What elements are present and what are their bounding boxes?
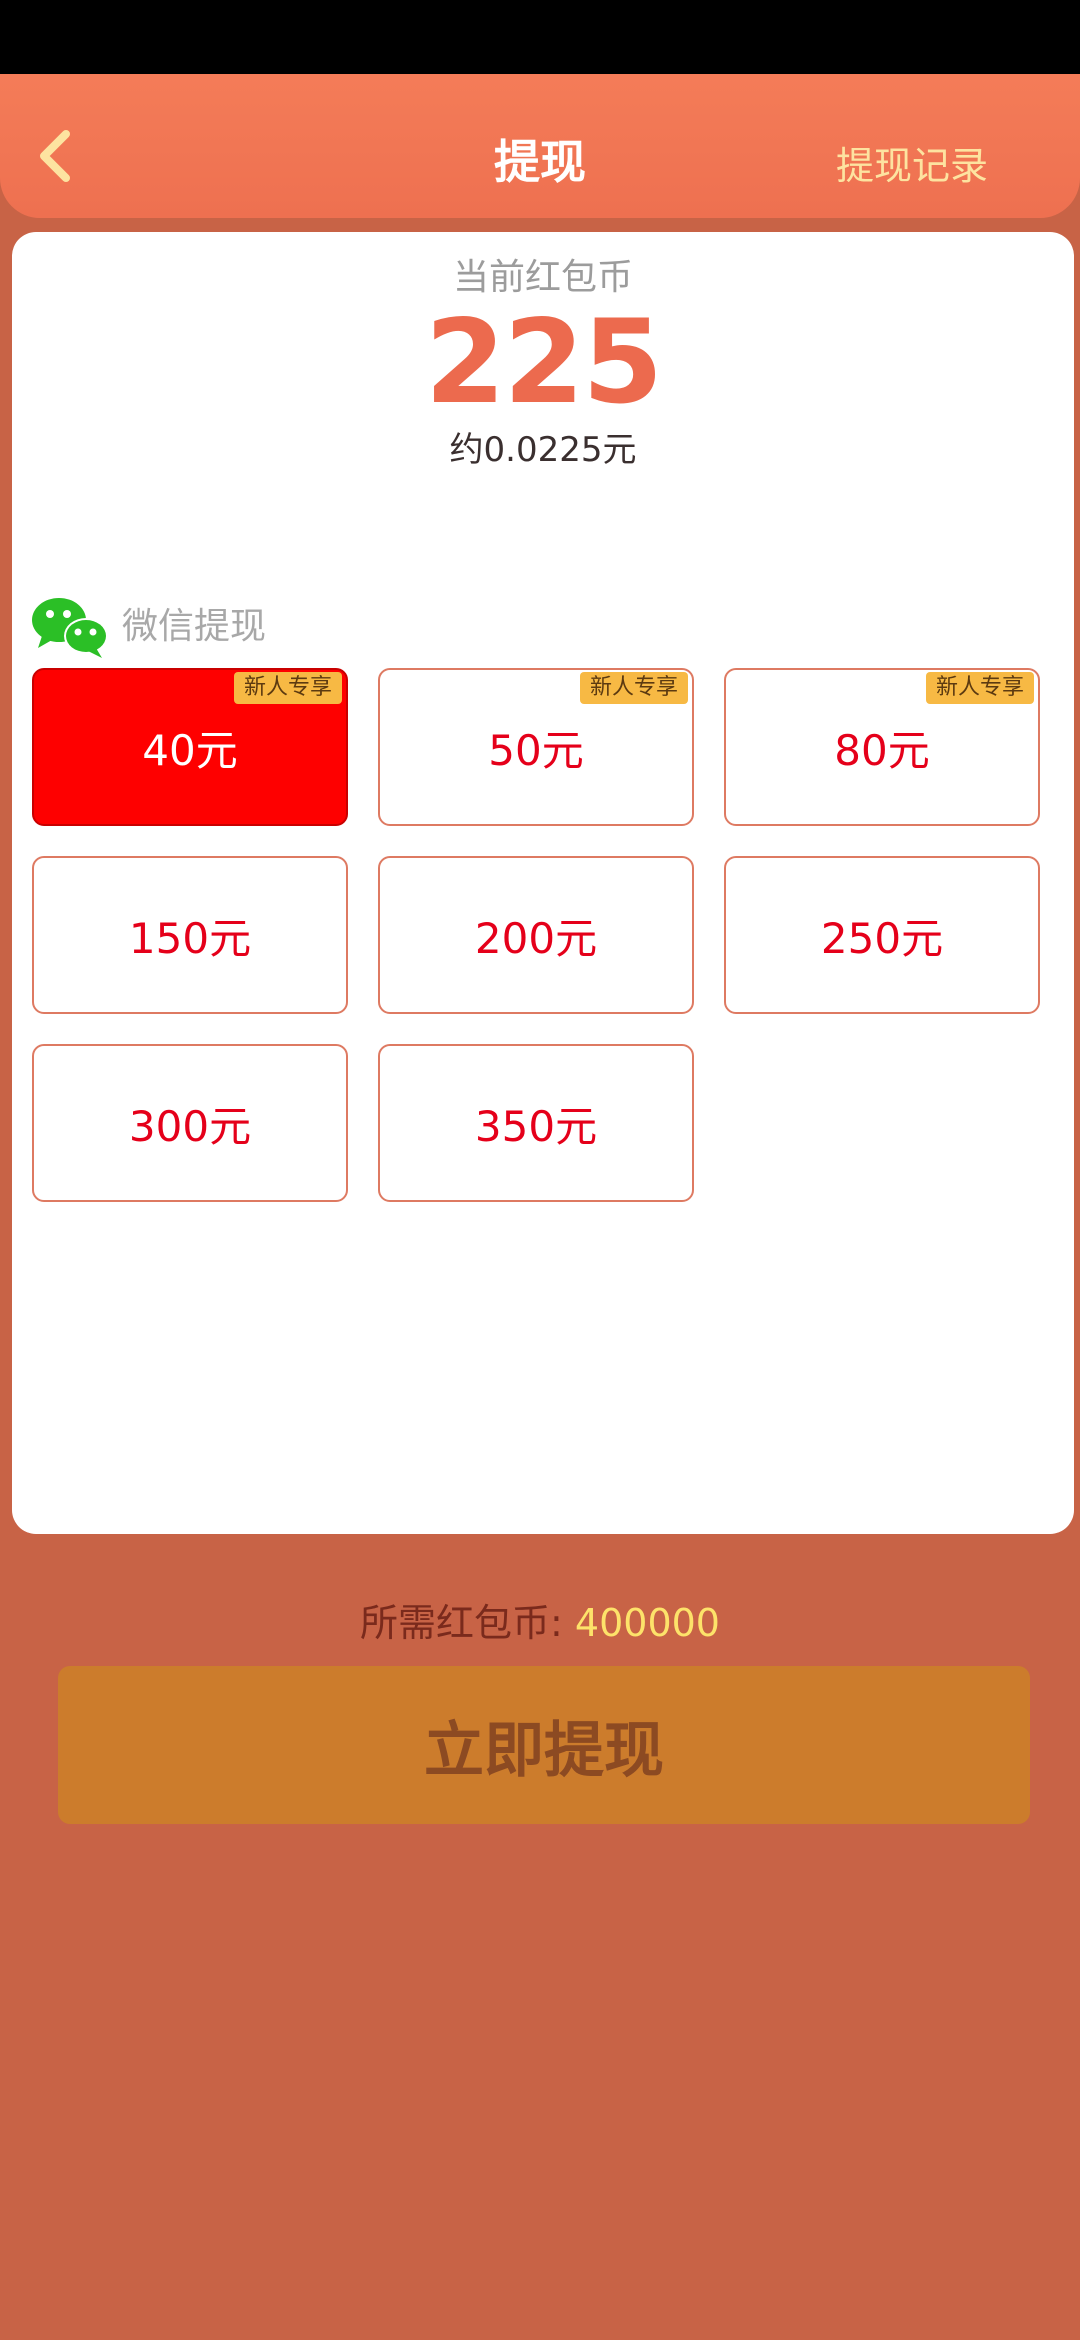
amount-option-80[interactable]: 新人专享 80元 [724,668,1040,826]
wechat-withdraw-label: 微信提现 [122,606,267,647]
amount-option-label: 300元 [128,1101,252,1151]
required-coins-label: 所需红包币: [360,1601,563,1645]
amount-option-150[interactable]: 150元 [32,856,348,1014]
newbie-badge: 新人专享 [579,672,688,704]
top-nav-bar: 提现 提现记录 [0,74,1080,218]
amount-option-label: 50元 [488,725,584,775]
amount-option-label: 80元 [834,725,930,775]
amount-option-250[interactable]: 250元 [724,856,1040,1014]
amount-option-200[interactable]: 200元 [378,856,694,1014]
balance-approx-value: 约0.0225元 [449,430,637,470]
amount-option-label: 250元 [820,913,944,963]
balance-value: 225 [424,295,663,430]
withdraw-card: 当前红包币 225 约0.0225元 微信提现 新人专享 40元 新人专享 50… [12,232,1074,1534]
amount-option-label: 40元 [142,725,238,775]
amount-option-50[interactable]: 新人专享 50元 [378,668,694,826]
wechat-withdraw-method: 微信提现 [30,592,266,662]
withdraw-now-button[interactable]: 立即提现 [58,1666,1030,1824]
balance-label: 当前红包币 [452,257,633,298]
amount-option-label: 350元 [474,1101,598,1151]
newbie-badge: 新人专享 [233,672,342,704]
status-bar [0,0,1080,74]
amount-option-40[interactable]: 新人专享 40元 [32,668,348,826]
withdraw-record-link[interactable]: 提现记录 [836,142,988,190]
required-coins-row: 所需红包币: 400000 [0,1598,1080,1648]
amount-option-350[interactable]: 350元 [378,1044,694,1202]
amount-option-label: 200元 [474,913,598,963]
wechat-icon [32,598,108,658]
newbie-badge: 新人专享 [925,672,1034,704]
amount-option-300[interactable]: 300元 [32,1044,348,1202]
required-coins-value: 400000 [574,1601,720,1645]
amount-option-label: 150元 [128,913,252,963]
